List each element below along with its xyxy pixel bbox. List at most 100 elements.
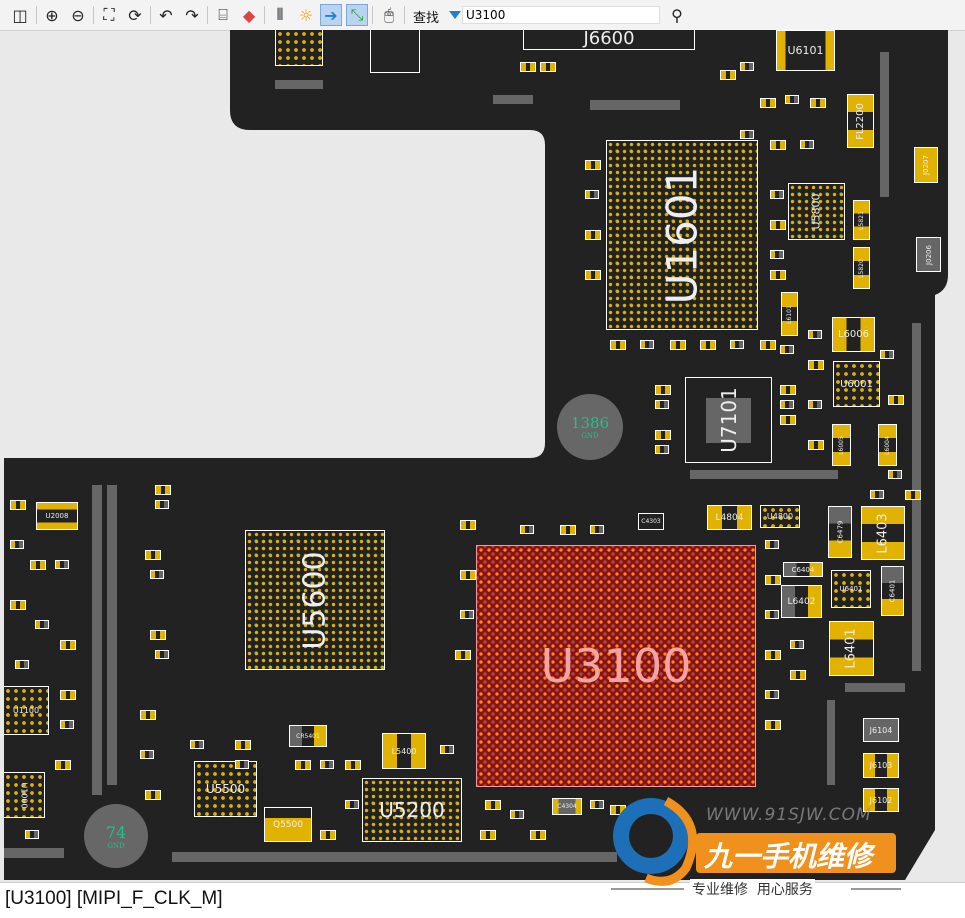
passive-component[interactable]	[808, 400, 822, 409]
passive-component[interactable]	[800, 140, 814, 149]
passive-component[interactable]	[785, 95, 799, 104]
passive-component[interactable]	[780, 385, 796, 395]
mouse-mode-icon[interactable]: 🖱	[378, 4, 400, 26]
passive-component[interactable]	[10, 500, 26, 510]
passive-component[interactable]	[888, 395, 904, 405]
passive-component[interactable]	[145, 550, 161, 560]
passive-component[interactable]	[905, 490, 921, 500]
passive-component[interactable]	[235, 760, 249, 769]
passive-component[interactable]	[765, 575, 781, 585]
passive-component[interactable]	[30, 560, 46, 570]
passive-component[interactable]	[790, 670, 806, 680]
passive-component[interactable]	[530, 830, 546, 840]
passive-component[interactable]	[590, 525, 604, 534]
passive-component[interactable]	[585, 160, 601, 170]
passive-component[interactable]	[585, 270, 601, 280]
passive-component[interactable]	[480, 830, 496, 840]
passive-component[interactable]	[150, 630, 166, 640]
passive-component[interactable]	[320, 760, 334, 769]
passive-component[interactable]	[320, 830, 336, 840]
light-icon[interactable]: ☼	[295, 4, 317, 26]
passive-component[interactable]	[55, 560, 69, 569]
passive-component[interactable]	[808, 330, 822, 339]
passive-component[interactable]	[345, 760, 361, 770]
passive-component[interactable]	[520, 62, 536, 72]
passive-component[interactable]	[150, 570, 164, 579]
passive-component[interactable]	[670, 340, 686, 350]
passive-component[interactable]	[720, 70, 736, 80]
passive-component[interactable]	[510, 810, 524, 819]
passive-component[interactable]	[60, 690, 76, 700]
passive-component[interactable]	[10, 600, 26, 610]
mirror-icon[interactable]: ⫴	[269, 4, 291, 26]
passive-component[interactable]	[460, 520, 476, 530]
net-highlight-icon[interactable]: ➔	[320, 4, 342, 26]
passive-component[interactable]	[60, 640, 76, 650]
passive-component[interactable]	[155, 485, 171, 495]
passive-component[interactable]	[765, 650, 781, 660]
zoom-out-icon[interactable]: ⊖	[67, 4, 89, 26]
passive-component[interactable]	[765, 540, 779, 549]
rotate-left-icon[interactable]: ↶	[155, 4, 177, 26]
passive-component[interactable]	[810, 98, 826, 108]
passive-component[interactable]	[765, 690, 779, 699]
passive-component[interactable]	[808, 440, 824, 450]
passive-component[interactable]	[655, 385, 671, 395]
passive-component[interactable]	[770, 270, 786, 280]
passive-component[interactable]	[610, 340, 626, 350]
passive-component[interactable]	[740, 62, 754, 71]
board-view[interactable]: J6600 U6101 U1601 FL2200 U5800 L5821 L58…	[4, 30, 965, 882]
passive-component[interactable]	[155, 500, 169, 509]
passive-component[interactable]	[740, 130, 754, 139]
passive-component[interactable]	[790, 640, 804, 649]
search-icon[interactable]: ⚲	[666, 4, 688, 26]
search-type-dropdown[interactable]	[449, 11, 461, 19]
passive-component[interactable]	[888, 470, 902, 479]
passive-component[interactable]	[770, 140, 786, 150]
paint-roller-icon[interactable]: ⌸	[212, 4, 234, 26]
passive-component[interactable]	[460, 610, 474, 619]
passive-component[interactable]	[780, 415, 796, 425]
passive-component[interactable]	[485, 800, 501, 810]
passive-component[interactable]	[770, 220, 786, 230]
passive-component[interactable]	[880, 350, 894, 359]
rotate-right-icon[interactable]: ↷	[181, 4, 203, 26]
passive-component[interactable]	[190, 740, 204, 749]
refresh-icon[interactable]: ⟳	[124, 4, 146, 26]
passive-component[interactable]	[655, 430, 671, 440]
trace-route-icon[interactable]: ⤡	[346, 4, 368, 26]
search-input[interactable]	[462, 6, 660, 24]
passive-component[interactable]	[770, 190, 784, 199]
passive-component[interactable]	[655, 445, 669, 454]
passive-component[interactable]	[25, 830, 39, 839]
passive-component[interactable]	[700, 340, 716, 350]
passive-component[interactable]	[585, 190, 599, 199]
passive-component[interactable]	[345, 800, 359, 809]
passive-component[interactable]	[808, 360, 824, 370]
passive-component[interactable]	[235, 740, 251, 750]
passive-component[interactable]	[730, 340, 744, 349]
passive-component[interactable]	[765, 720, 781, 730]
passive-component[interactable]	[60, 720, 74, 729]
passive-component[interactable]	[765, 610, 779, 619]
passive-component[interactable]	[870, 490, 884, 499]
passive-component[interactable]	[780, 345, 794, 354]
passive-component[interactable]	[655, 400, 669, 409]
passive-component[interactable]	[585, 230, 601, 240]
passive-component[interactable]	[15, 660, 29, 669]
passive-component[interactable]	[540, 62, 556, 72]
passive-component[interactable]	[590, 800, 604, 809]
passive-component[interactable]	[780, 400, 794, 409]
color-palette-icon[interactable]: ◆	[238, 4, 260, 26]
passive-component[interactable]	[460, 570, 476, 580]
split-view-icon[interactable]: ◫	[9, 4, 31, 26]
passive-component[interactable]	[145, 790, 161, 800]
fit-view-icon[interactable]: ⛶	[98, 4, 120, 26]
passive-component[interactable]	[140, 750, 154, 759]
passive-component[interactable]	[760, 98, 776, 108]
passive-component[interactable]	[560, 525, 576, 535]
zoom-in-icon[interactable]: ⊕	[41, 4, 63, 26]
passive-component[interactable]	[140, 710, 156, 720]
passive-component[interactable]	[640, 340, 654, 349]
passive-component[interactable]	[770, 250, 784, 259]
